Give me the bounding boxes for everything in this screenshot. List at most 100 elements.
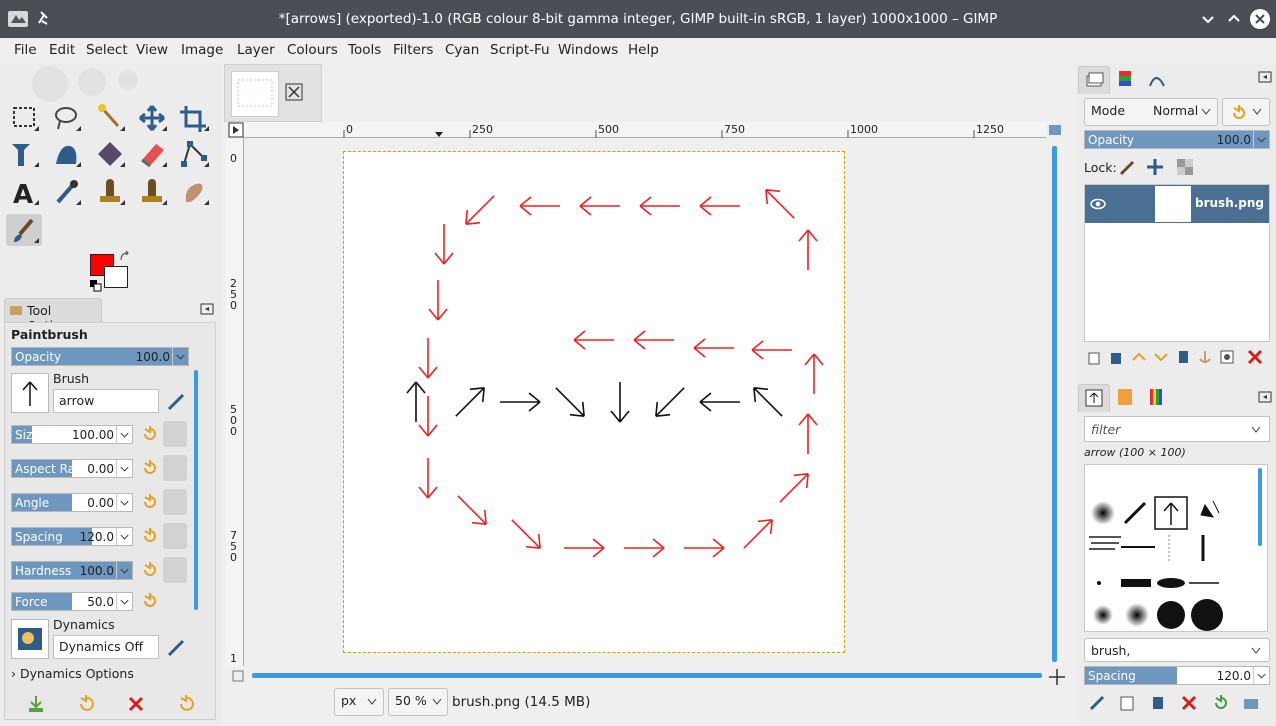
spin-down-icon[interactable] xyxy=(116,426,132,443)
minimize-icon[interactable] xyxy=(1198,9,1218,29)
spin-down-icon[interactable] xyxy=(116,528,132,545)
aspect-ratio-value[interactable]: 0.00 xyxy=(87,462,114,476)
edit-brush-icon[interactable] xyxy=(165,391,187,411)
delete-brush-icon[interactable] xyxy=(1180,694,1198,712)
menu-select[interactable]: Select xyxy=(86,42,128,58)
force-slider[interactable]: Force 50.0 xyxy=(11,592,133,611)
close-icon[interactable] xyxy=(1250,9,1270,29)
spin-down-icon[interactable] xyxy=(116,460,132,477)
hardness-slider[interactable]: Hardness 100.0 xyxy=(11,561,133,580)
tab-paths[interactable] xyxy=(1142,66,1174,94)
quick-mask-toggle[interactable] xyxy=(232,670,244,682)
save-options-icon[interactable] xyxy=(26,694,46,714)
delete-options-icon[interactable] xyxy=(126,694,146,714)
spacing-value[interactable]: 120.0 xyxy=(80,530,114,544)
reset-icon[interactable] xyxy=(141,425,159,443)
menu-tools[interactable]: Tools xyxy=(348,42,381,58)
eye-icon[interactable] xyxy=(1089,195,1107,213)
text-tool[interactable]: A xyxy=(6,176,42,210)
lock-pixels-icon[interactable] xyxy=(1118,158,1136,176)
menu-file[interactable]: File xyxy=(14,42,37,58)
menu-script-fu[interactable]: Script-Fu xyxy=(490,42,550,58)
color-picker-tool[interactable] xyxy=(48,176,84,208)
layer-opacity-value[interactable]: 100.0 xyxy=(1217,133,1251,147)
navigate-icon[interactable] xyxy=(1048,124,1062,136)
tab-patterns[interactable] xyxy=(1110,384,1142,412)
force-value[interactable]: 50.0 xyxy=(87,595,114,609)
open-brush-folder-icon[interactable] xyxy=(1242,694,1260,712)
dynamics-options-expander[interactable]: › Dynamics Options xyxy=(11,666,134,681)
size-slider[interactable]: Size 100.00 xyxy=(11,425,133,444)
quick-mask-menu-icon[interactable] xyxy=(228,122,244,138)
tab-gradients[interactable] xyxy=(1142,384,1174,412)
new-layer-group-icon[interactable] xyxy=(1086,348,1104,366)
layer-mask-icon[interactable] xyxy=(1218,348,1236,366)
paths-tool[interactable] xyxy=(176,138,212,170)
hardness-value[interactable]: 100.0 xyxy=(80,564,114,578)
lock-alpha-icon[interactable] xyxy=(1176,158,1194,176)
spin-down-icon[interactable] xyxy=(116,593,132,610)
aspect-ratio-slider[interactable]: Aspect Ratio 0.00 xyxy=(11,459,133,478)
new-layer-icon[interactable] xyxy=(1108,348,1126,366)
tab-layers[interactable] xyxy=(1078,66,1110,94)
duplicate-layer-icon[interactable] xyxy=(1174,348,1192,366)
unified-transform-tool[interactable] xyxy=(6,138,42,170)
brush-spacing-value[interactable]: 120.0 xyxy=(1217,669,1251,683)
size-value[interactable]: 100.00 xyxy=(72,428,114,442)
reset-icon[interactable] xyxy=(141,592,159,610)
smudge-tool[interactable] xyxy=(176,176,212,208)
menu-colours[interactable]: Colours xyxy=(287,42,338,58)
angle-slider[interactable]: Angle 0.00 xyxy=(11,493,133,512)
eraser-tool[interactable] xyxy=(134,138,170,170)
lock-position-icon[interactable] xyxy=(1146,158,1164,176)
dynamics-name-field[interactable]: Dynamics Off xyxy=(53,635,159,659)
edit-dynamics-icon[interactable] xyxy=(165,637,187,657)
rect-select-tool[interactable] xyxy=(6,102,42,134)
spacing-slider[interactable]: Spacing 120.0 xyxy=(11,527,133,546)
raise-layer-icon[interactable] xyxy=(1130,348,1148,366)
link-hardness-button[interactable] xyxy=(163,557,187,583)
close-image-icon[interactable] xyxy=(285,83,303,101)
brush-name-field[interactable]: arrow xyxy=(53,389,159,413)
unit-selector[interactable]: px xyxy=(334,688,384,716)
spin-down-icon[interactable] xyxy=(116,562,132,579)
spin-down-icon[interactable] xyxy=(116,494,132,511)
paint-select-tool[interactable] xyxy=(92,138,128,170)
image-thumbnail[interactable] xyxy=(231,71,279,117)
menu-filters[interactable]: Filters xyxy=(393,42,433,58)
edit-brush-icon[interactable] xyxy=(1088,694,1106,712)
swap-colors-icon[interactable] xyxy=(118,250,132,264)
dock-menu-icon[interactable] xyxy=(1258,390,1272,404)
image-canvas[interactable] xyxy=(343,151,845,653)
angle-value[interactable]: 0.00 xyxy=(87,496,114,510)
brush-tag-field[interactable]: brush, xyxy=(1084,638,1270,662)
layer-opacity-slider[interactable]: Opacity 100.0 xyxy=(1084,130,1270,149)
canvas-horizontal-scrollbar[interactable] xyxy=(252,673,1042,678)
zoom-value[interactable]: 50 % xyxy=(395,693,427,708)
layer-row-selected[interactable]: brush.png xyxy=(1085,185,1269,223)
link-spacing-button[interactable] xyxy=(163,523,187,549)
canvas-vertical-scrollbar[interactable] xyxy=(1052,146,1057,662)
layer-mode-selector[interactable]: Mode Normal xyxy=(1084,98,1218,126)
heal-tool[interactable] xyxy=(134,176,170,208)
menu-edit[interactable]: Edit xyxy=(49,42,75,58)
menu-windows[interactable]: Windows xyxy=(558,42,618,58)
reset-icon[interactable] xyxy=(141,493,159,511)
fuzzy-select-tool[interactable] xyxy=(92,102,128,134)
menu-image[interactable]: Image xyxy=(181,42,223,58)
dynamics-preview[interactable] xyxy=(11,619,49,659)
tool-options-tab[interactable]: Tool Options xyxy=(4,298,102,333)
menu-cyan[interactable]: Cyan xyxy=(445,42,479,58)
warp-tool[interactable] xyxy=(48,138,84,170)
lower-layer-icon[interactable] xyxy=(1152,348,1170,366)
link-size-button[interactable] xyxy=(163,421,187,447)
background-color-swatch[interactable] xyxy=(104,266,128,288)
spin-down-icon[interactable] xyxy=(172,348,188,365)
brush-filter-input[interactable]: filter xyxy=(1084,416,1270,442)
menu-layer[interactable]: Layer xyxy=(237,42,275,58)
move-tool[interactable] xyxy=(134,102,170,134)
opacity-slider[interactable]: Opacity 100.0 xyxy=(11,347,189,366)
reset-icon[interactable] xyxy=(141,459,159,477)
link-aspect-button[interactable] xyxy=(163,455,187,481)
fg-bg-colors[interactable] xyxy=(88,250,132,294)
